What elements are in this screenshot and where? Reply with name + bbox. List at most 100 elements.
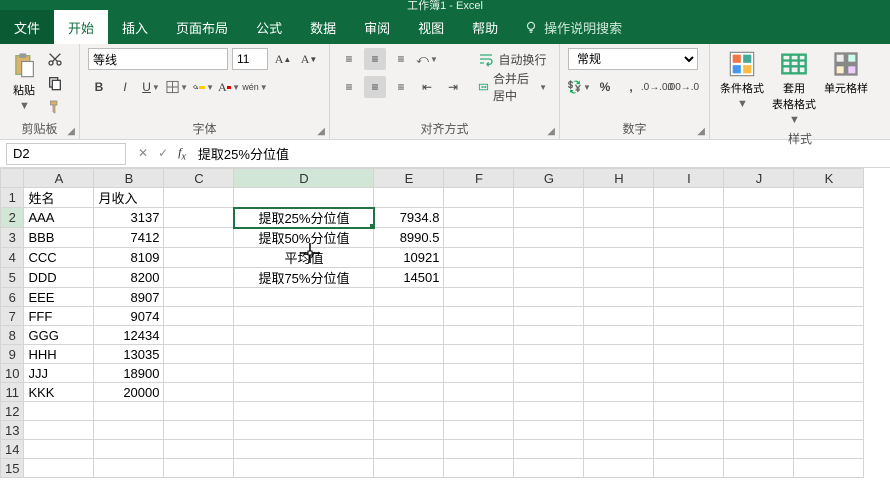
cell-G6[interactable] — [514, 288, 584, 307]
cell-K4[interactable] — [794, 248, 864, 268]
cell-E9[interactable] — [374, 345, 444, 364]
cell-K9[interactable] — [794, 345, 864, 364]
cell-J6[interactable] — [724, 288, 794, 307]
cell-C6[interactable] — [164, 288, 234, 307]
cell-E10[interactable] — [374, 364, 444, 383]
cell-C2[interactable] — [164, 208, 234, 228]
cell-D9[interactable] — [234, 345, 374, 364]
cell-B7[interactable]: 9074 — [94, 307, 164, 326]
worksheet-grid[interactable]: ABCDEFGHIJK1姓名月收入2AAA3137提取25%分位值7934.83… — [0, 168, 890, 500]
tab-review[interactable]: 审阅 — [350, 10, 404, 44]
cell-G2[interactable] — [514, 208, 584, 228]
cell-H5[interactable] — [584, 268, 654, 288]
tab-home[interactable]: 开始 — [54, 10, 108, 44]
cell-H10[interactable] — [584, 364, 654, 383]
font-launcher[interactable]: ◢ — [317, 126, 325, 137]
row-header-3[interactable]: 3 — [1, 228, 24, 248]
cell-A8[interactable]: GGG — [24, 326, 94, 345]
col-header-H[interactable]: H — [584, 169, 654, 188]
cell-D6[interactable] — [234, 288, 374, 307]
cell-B5[interactable]: 8200 — [94, 268, 164, 288]
cell-E12[interactable] — [374, 402, 444, 421]
cell-B4[interactable]: 8109 — [94, 248, 164, 268]
cell-H4[interactable] — [584, 248, 654, 268]
underline-button[interactable]: U▼ — [140, 76, 162, 98]
comma-button[interactable]: , — [620, 76, 642, 98]
row-header-4[interactable]: 4 — [1, 248, 24, 268]
accounting-format-button[interactable]: 💱▼ — [568, 76, 590, 98]
cut-button[interactable] — [44, 48, 66, 70]
cell-I15[interactable] — [654, 459, 724, 478]
cell-F13[interactable] — [444, 421, 514, 440]
cell-C5[interactable] — [164, 268, 234, 288]
cell-I11[interactable] — [654, 383, 724, 402]
cell-K7[interactable] — [794, 307, 864, 326]
cell-F8[interactable] — [444, 326, 514, 345]
row-header-10[interactable]: 10 — [1, 364, 24, 383]
cell-G12[interactable] — [514, 402, 584, 421]
cell-B12[interactable] — [94, 402, 164, 421]
cell-C8[interactable] — [164, 326, 234, 345]
cell-K15[interactable] — [794, 459, 864, 478]
col-header-G[interactable]: G — [514, 169, 584, 188]
cell-C13[interactable] — [164, 421, 234, 440]
insert-function-button[interactable]: fx — [178, 145, 186, 162]
cell-C10[interactable] — [164, 364, 234, 383]
cell-C12[interactable] — [164, 402, 234, 421]
cell-G10[interactable] — [514, 364, 584, 383]
cell-J1[interactable] — [724, 188, 794, 208]
cell-B2[interactable]: 3137 — [94, 208, 164, 228]
cell-J4[interactable] — [724, 248, 794, 268]
cell-I12[interactable] — [654, 402, 724, 421]
fill-color-button[interactable]: ▼ — [192, 76, 214, 98]
cell-J12[interactable] — [724, 402, 794, 421]
cell-B15[interactable] — [94, 459, 164, 478]
cell-J10[interactable] — [724, 364, 794, 383]
cell-K3[interactable] — [794, 228, 864, 248]
cell-C11[interactable] — [164, 383, 234, 402]
font-color-button[interactable]: A▼ — [218, 76, 240, 98]
cell-D11[interactable] — [234, 383, 374, 402]
cell-H3[interactable] — [584, 228, 654, 248]
paste-button[interactable]: 粘贴 ▼ — [8, 48, 40, 114]
cell-K13[interactable] — [794, 421, 864, 440]
merge-center-button[interactable]: 合并后居中▼ — [474, 76, 551, 98]
cell-B11[interactable]: 20000 — [94, 383, 164, 402]
cell-J8[interactable] — [724, 326, 794, 345]
cell-H14[interactable] — [584, 440, 654, 459]
tab-insert[interactable]: 插入 — [108, 10, 162, 44]
cell-A3[interactable]: BBB — [24, 228, 94, 248]
cell-B13[interactable] — [94, 421, 164, 440]
select-all-corner[interactable] — [1, 169, 24, 188]
cell-D3[interactable]: 提取50%分位值 — [234, 228, 374, 248]
cell-G14[interactable] — [514, 440, 584, 459]
format-as-table-button[interactable]: 套用 表格格式▼ — [770, 48, 818, 128]
cell-G5[interactable] — [514, 268, 584, 288]
cell-H9[interactable] — [584, 345, 654, 364]
row-header-7[interactable]: 7 — [1, 307, 24, 326]
row-header-2[interactable]: 2 — [1, 208, 24, 228]
cell-D7[interactable] — [234, 307, 374, 326]
cell-A4[interactable]: CCC — [24, 248, 94, 268]
orientation-button[interactable]: ⤺▼ — [416, 48, 438, 70]
cell-C15[interactable] — [164, 459, 234, 478]
col-header-I[interactable]: I — [654, 169, 724, 188]
cell-E2[interactable]: 7934.8 — [374, 208, 444, 228]
font-size-combo[interactable] — [232, 48, 268, 70]
cell-G1[interactable] — [514, 188, 584, 208]
cell-D14[interactable] — [234, 440, 374, 459]
cell-A5[interactable]: DDD — [24, 268, 94, 288]
row-header-9[interactable]: 9 — [1, 345, 24, 364]
enter-formula-button[interactable]: ✓ — [158, 146, 168, 160]
cell-G4[interactable] — [514, 248, 584, 268]
cell-E15[interactable] — [374, 459, 444, 478]
cell-B14[interactable] — [94, 440, 164, 459]
row-header-1[interactable]: 1 — [1, 188, 24, 208]
cell-E11[interactable] — [374, 383, 444, 402]
cell-D13[interactable] — [234, 421, 374, 440]
cell-K5[interactable] — [794, 268, 864, 288]
cell-H2[interactable] — [584, 208, 654, 228]
font-name-combo[interactable] — [88, 48, 228, 70]
cell-E1[interactable] — [374, 188, 444, 208]
cell-F2[interactable] — [444, 208, 514, 228]
